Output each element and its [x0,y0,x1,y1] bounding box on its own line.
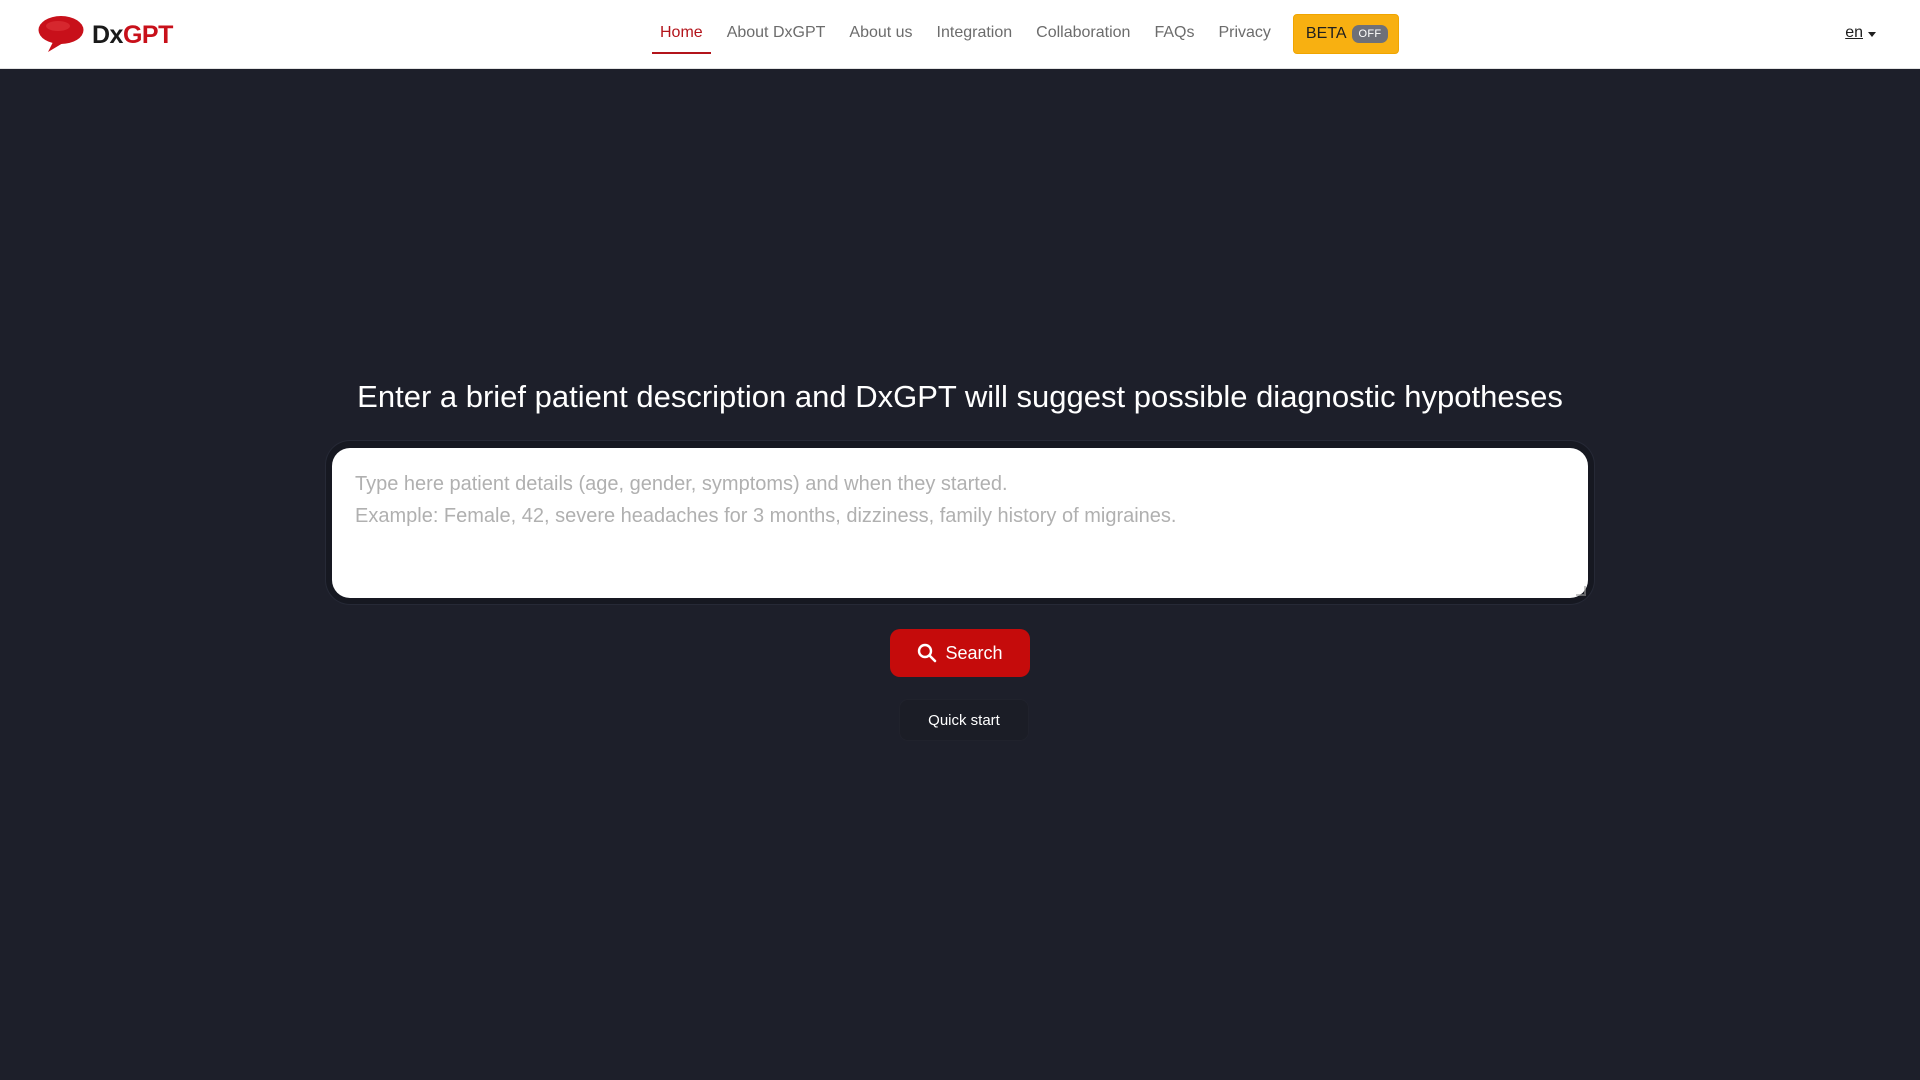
top-navbar: DxGPT Home About DxGPT About us Integrat… [0,0,1920,69]
language-selector[interactable]: en [1845,24,1876,42]
speech-bubble-logo-icon [38,16,84,52]
resize-handle-icon[interactable] [1576,586,1586,596]
quick-start-button[interactable]: Quick start [900,700,1028,740]
beta-toggle-button[interactable]: BETA OFF [1292,14,1400,54]
brand-name: DxGPT [92,20,173,49]
nav-faqs[interactable]: FAQs [1146,0,1202,68]
search-button-label: Search [945,642,1003,663]
main-nav: Home About DxGPT About us Integration Co… [652,0,1400,68]
nav-integration[interactable]: Integration [929,0,1021,68]
brand-name-dx: Dx [92,20,123,49]
nav-privacy[interactable]: Privacy [1210,0,1278,68]
brand-name-gpt: GPT [122,20,173,49]
language-label: en [1845,24,1863,41]
nav-collaboration[interactable]: Collaboration [1028,0,1138,68]
beta-state-badge: OFF [1351,25,1389,43]
search-icon [918,643,937,663]
nav-about-us[interactable]: About us [841,0,920,68]
page-headline: Enter a brief patient description and Dx… [357,379,1563,414]
brand-logo[interactable]: DxGPT [38,15,173,55]
nav-home[interactable]: Home [652,0,711,68]
nav-about-dxgpt[interactable]: About DxGPT [719,0,834,68]
search-button[interactable]: Search [890,629,1030,677]
patient-description-input[interactable] [332,448,1588,598]
caret-down-icon [1868,32,1876,37]
beta-label: BETA [1305,25,1347,42]
patient-input-container [326,441,1594,604]
